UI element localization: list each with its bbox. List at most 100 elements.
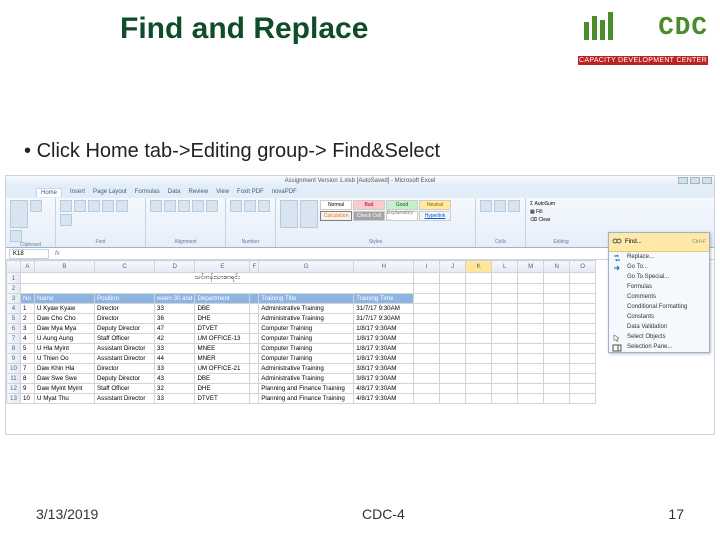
slide-title: Find and Replace [120, 12, 368, 46]
group-label-editing: Editing [530, 239, 592, 245]
find-select-menu: Find... Ctrl+F Replace... Go To... Go To… [608, 232, 710, 353]
ribbon-tabs: Home Insert Page Layout Formulas Data Re… [6, 186, 714, 198]
percent-icon[interactable] [244, 200, 256, 212]
currency-icon[interactable] [230, 200, 242, 212]
insert-cells-icon[interactable] [480, 200, 492, 212]
comma-icon[interactable] [258, 200, 270, 212]
table-row[interactable]: 1310U Myat ThuAssistant Director33DTVETP… [7, 394, 596, 404]
tab-view[interactable]: View [216, 189, 229, 195]
style-calculation[interactable]: Calculation [320, 211, 352, 221]
bold-icon[interactable] [60, 200, 72, 212]
binoculars-icon [612, 236, 622, 248]
table-row[interactable]: 74U Aung AungStaff Officer42UM OFFICE-13… [7, 334, 596, 344]
menu-item-select-objects[interactable]: Select Objects [609, 332, 709, 342]
style-bad[interactable]: Bad [353, 200, 385, 210]
excel-window: Assignment Version 1.xlsb [AutoSaved] - … [5, 175, 715, 435]
find-shortcut: Ctrl+F [692, 239, 706, 245]
name-box[interactable]: K18 [9, 249, 49, 259]
menu-item-selection-pane[interactable]: Selection Pane... [609, 342, 709, 352]
align-center-icon[interactable] [164, 200, 176, 212]
autosum-button[interactable]: Σ AutoSum [530, 200, 592, 208]
style-good[interactable]: Good [386, 200, 418, 210]
sheet-title-row-2: 2 [7, 284, 596, 294]
maximize-button[interactable] [690, 177, 700, 184]
close-button[interactable] [702, 177, 712, 184]
pane-icon [612, 343, 622, 353]
fx-icon[interactable]: fx [52, 251, 63, 257]
ribbon-group-clipboard: Clipboard [6, 198, 56, 247]
table-row[interactable]: 118Daw Swe SweDeputy Director43DBEAdmini… [7, 374, 596, 384]
table-row[interactable]: 63Daw Mya MyaDeputy Director47DTVETCompu… [7, 324, 596, 334]
format-cells-icon[interactable] [508, 200, 520, 212]
table-row[interactable]: 52Daw Cho ChoDirector36DHEAdministrative… [7, 314, 596, 324]
footer-page-number: 17 [668, 506, 684, 522]
style-check-cell[interactable]: Check Cell [353, 211, 385, 221]
data-header-row: 3 NoNamePositionween 30 andDepartmentTra… [7, 294, 596, 304]
menu-item-comments[interactable]: Comments [609, 292, 709, 302]
style-hyperlink[interactable]: Hyperlink [419, 211, 451, 221]
ribbon-group-font: Font [56, 198, 146, 247]
sheet-title-row: 1သင်တန်းသားစာရင်း [7, 273, 596, 284]
align-right-icon[interactable] [178, 200, 190, 212]
wrap-text-icon[interactable] [192, 200, 204, 212]
tab-review[interactable]: Review [188, 189, 208, 195]
column-headers: A B C D E F G H I J K L M N O [7, 261, 596, 273]
copy-icon[interactable] [10, 230, 22, 242]
cell-styles-gallery[interactable]: Normal Bad Good Neutral Calculation Chec… [320, 200, 460, 228]
conditional-formatting-icon[interactable] [280, 200, 298, 228]
tab-insert[interactable]: Insert [70, 189, 85, 195]
style-neutral[interactable]: Neutral [419, 200, 451, 210]
fill-color-icon[interactable] [116, 200, 128, 212]
minimize-button[interactable] [678, 177, 688, 184]
table-row[interactable]: 41U Kyaw KyawDirector33DBEAdministrative… [7, 304, 596, 314]
menu-item-formulas[interactable]: Formulas [609, 282, 709, 292]
font-color-icon[interactable] [60, 214, 72, 226]
style-normal[interactable]: Normal [320, 200, 352, 210]
clear-button[interactable]: ⌫ Clear [530, 216, 592, 224]
group-label-font: Font [60, 239, 141, 245]
align-left-icon[interactable] [150, 200, 162, 212]
menu-item-replace[interactable]: Replace... [609, 252, 709, 262]
tab-home[interactable]: Home [36, 188, 62, 197]
paste-icon[interactable] [10, 200, 28, 228]
menu-item-data-validation[interactable]: Data Validation [609, 322, 709, 332]
merge-icon[interactable] [206, 200, 218, 212]
footer-date: 3/13/2019 [36, 506, 98, 522]
group-label-cells: Cells [480, 239, 521, 245]
cut-icon[interactable] [30, 200, 42, 212]
tab-formulas[interactable]: Formulas [135, 189, 160, 195]
underline-icon[interactable] [88, 200, 100, 212]
tab-novapdf[interactable]: novaPDF [272, 189, 297, 195]
menu-item-goto-special[interactable]: Go To Special... [609, 272, 709, 282]
menu-item-constants[interactable]: Constants [609, 312, 709, 322]
menu-item-conditional-formatting[interactable]: Conditional Formatting [609, 302, 709, 312]
ribbon-group-editing: Σ AutoSum ▦ Fill ⌫ Clear Editing [526, 198, 596, 247]
group-label-alignment: Alignment [150, 239, 221, 245]
window-titlebar: Assignment Version 1.xlsb [AutoSaved] - … [6, 176, 714, 186]
menu-item-goto[interactable]: Go To... [609, 262, 709, 272]
tab-foxit-pdf[interactable]: Foxit PDF [237, 189, 264, 195]
group-label-clipboard: Clipboard [10, 242, 51, 248]
delete-cells-icon[interactable] [494, 200, 506, 212]
ribbon-group-alignment: Alignment [146, 198, 226, 247]
format-as-table-icon[interactable] [300, 200, 318, 228]
style-explanatory[interactable]: Explanatory ... [386, 211, 418, 221]
logo-subtitle: CAPACITY DEVELOPMENT CENTER [578, 56, 708, 65]
slide-footer: 3/13/2019 CDC-4 17 [0, 506, 720, 522]
tab-data[interactable]: Data [168, 189, 181, 195]
italic-icon[interactable] [74, 200, 86, 212]
tab-page-layout[interactable]: Page Layout [93, 189, 127, 195]
table-row[interactable]: 96U Thien OoAssistant Director44MNERComp… [7, 354, 596, 364]
menu-item-find[interactable]: Find... Ctrl+F [609, 233, 709, 252]
group-label-styles: Styles [280, 239, 471, 245]
table-row[interactable]: 129Daw Myint MyintStaff Officer32DHEPlan… [7, 384, 596, 394]
table-row[interactable]: 107Daw Khin HlaDirector33UM OFFICE-21Adm… [7, 364, 596, 374]
fill-button[interactable]: ▦ Fill [530, 208, 592, 216]
footer-center: CDC-4 [362, 506, 405, 522]
ribbon-group-styles: Normal Bad Good Neutral Calculation Chec… [276, 198, 476, 247]
border-icon[interactable] [102, 200, 114, 212]
table-row[interactable]: 85U Hla MyintAssistant Director33MNEECom… [7, 344, 596, 354]
ribbon-group-cells: Cells [476, 198, 526, 247]
cdc-logo: CDC CAPACITY DEVELOPMENT CENTER [578, 10, 708, 65]
instruction-bullet: Click Home tab->Editing group-> Find&Sel… [24, 140, 440, 163]
